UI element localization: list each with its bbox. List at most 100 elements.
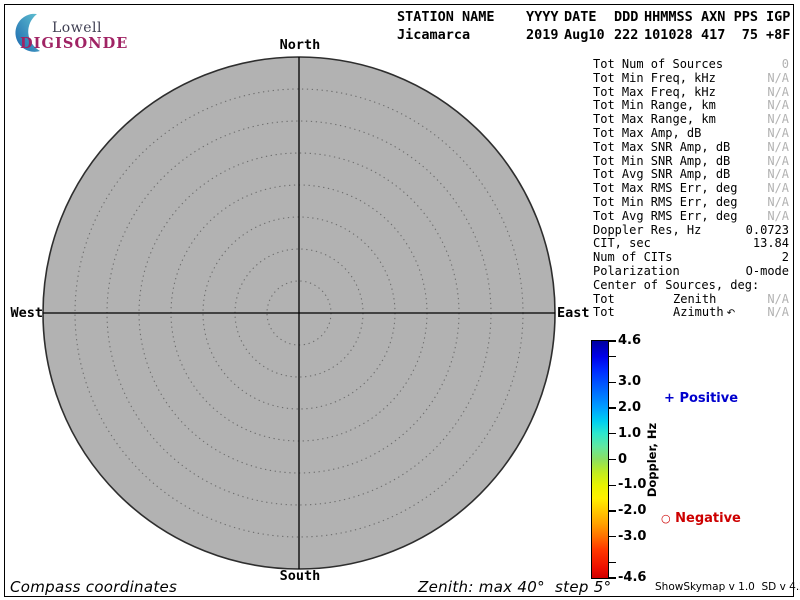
skymap-screen: { "logo": { "line1": "Lowell", "line2": … (0, 0, 800, 600)
stats-label: Tot Min Freq, kHz (593, 72, 716, 86)
colorbar-tick (609, 510, 616, 511)
stats-row: Tot Avg RMS Err, deg N/A (593, 210, 789, 224)
stats-value: N/A (767, 196, 789, 210)
header-col-label: YYYY (526, 8, 559, 26)
stats-value: 0.0723 (746, 224, 789, 238)
stats-row: Tot Max Range, km N/A (593, 113, 789, 127)
legend-positive: + Positive (664, 391, 738, 406)
stats-row: Tot Min Range, km N/A (593, 99, 789, 113)
colorbar-tick-label: 0 (618, 453, 627, 467)
colorbar-tick (609, 340, 616, 341)
stats-value: N/A (767, 141, 789, 155)
stats-label: Tot Avg RMS Err, deg (593, 210, 738, 224)
stats-value: N/A (767, 86, 789, 100)
stats-value: N/A (767, 113, 789, 127)
stats-label: Tot Max SNR Amp, dB (593, 141, 730, 155)
header-col-value: 417 (701, 26, 725, 44)
stats-row: Tot Min SNR Amp, dB N/A (593, 155, 789, 169)
stats-panel: Tot Num of Sources0Tot Min Freq, kHzN/AT… (593, 58, 789, 320)
colorbar-tick-label: -4.6 (618, 571, 646, 585)
header-col-label: DDD (614, 8, 638, 26)
stats-value: N/A (767, 127, 789, 141)
stats-label: Tot Max Range, km (593, 113, 716, 127)
coordinates-note: Compass coordinates (10, 578, 177, 596)
compass-label-east: East (557, 306, 607, 320)
stats-label: CIT, sec (593, 237, 651, 251)
stats-value: N/A (767, 72, 789, 86)
stats-row: Center of Sources, deg: (593, 279, 789, 293)
stats-label: Tot Min Range, km (593, 99, 716, 113)
stats-value: N/A (767, 306, 789, 320)
stats-label: Polarization (593, 265, 680, 279)
stats-value: N/A (767, 293, 789, 307)
stats-row: Tot Min RMS Err, deg N/A (593, 196, 789, 210)
stats-label: Doppler Res, Hz (593, 224, 701, 238)
stats-label: Tot Max Freq, kHz (593, 86, 716, 100)
zenith-range-note: Zenith: max 40° step 5° (418, 578, 611, 596)
compass-label-north: North (272, 38, 328, 52)
colorbar-tick-label: 1.0 (618, 427, 641, 441)
stats-row: Tot Min Freq, kHz N/A (593, 72, 789, 86)
header-col-label: STATION NAME (397, 8, 495, 26)
stats-row: Num of CITs2 (593, 251, 789, 265)
stats-value: N/A (767, 99, 789, 113)
header-col-igp: IGP+8F (766, 8, 790, 44)
colorbar-tick-label: 3.0 (618, 375, 641, 389)
legend-negative: ○ Negative (661, 511, 741, 526)
plus-icon: + (664, 391, 675, 406)
compass-label-south: South (272, 569, 328, 583)
colorbar-tick (609, 382, 616, 383)
compass-label-west: West (0, 306, 43, 320)
stats-label: Tot Max Amp, dB (593, 127, 701, 141)
stats-value: N/A (767, 210, 789, 224)
stats-row: Tot Max Amp, dB N/A (593, 127, 789, 141)
legend-positive-label: Positive (679, 391, 738, 406)
header-col-axn: AXN417 (701, 8, 725, 44)
header-col-label: HHMMSS (644, 8, 693, 26)
stats-label: Tot Num of Sources (593, 58, 723, 72)
circle-icon: ○ (661, 512, 671, 525)
stats-value: 2 (782, 251, 789, 265)
colorbar-tick-label: -2.0 (618, 504, 646, 518)
colorbar-title: Doppler, Hz (645, 412, 659, 508)
stats-row: Tot Num of Sources0 (593, 58, 789, 72)
header-col-label: IGP (766, 8, 790, 26)
stats-label: Tot Min SNR Amp, dB (593, 155, 730, 169)
header-col-pps: PPS75 (726, 8, 758, 44)
header-col-value: 75 (726, 26, 758, 44)
header-col-ddd: DDD222 (614, 8, 638, 44)
colorbar-tick (609, 433, 616, 434)
header-col-value: 222 (614, 26, 638, 44)
azimuth-arrow-icon: ↶ (724, 308, 736, 319)
stats-row: Tot Max SNR Amp, dB N/A (593, 141, 789, 155)
header-col-label: AXN (701, 8, 725, 26)
stats-row: Tot Max Freq, kHz N/A (593, 86, 789, 100)
header-col-value: +8F (766, 26, 790, 44)
stats-row: Polarization O-mode (593, 265, 789, 279)
colorbar-tick (609, 485, 616, 486)
version-text: ShowSkymap v 1.0 SD v 4.2 (655, 581, 800, 593)
stats-sublabel: Zenith (673, 293, 716, 307)
stats-sublabel: Azimuth ↶ (673, 306, 735, 321)
stats-label: Tot Avg SNR Amp, dB (593, 168, 730, 182)
stats-row: TotZenithN/A (593, 293, 789, 307)
colorbar-tick (609, 562, 616, 563)
stats-row: Doppler Res, Hz 0.0723 (593, 224, 789, 238)
stats-value: 13.84 (753, 237, 789, 251)
stats-value: N/A (767, 182, 789, 196)
colorbar-tick-label: 2.0 (618, 401, 641, 415)
colorbar-tick (609, 356, 616, 357)
stats-row: TotAzimuth ↶N/A (593, 306, 789, 320)
colorbar-tick (609, 459, 616, 460)
header-col-label: PPS (726, 8, 758, 26)
stats-label: Tot Min RMS Err, deg (593, 196, 738, 210)
header-col-hhmmss: HHMMSS101028 (644, 8, 693, 44)
stats-row: Tot Avg SNR Amp, dB N/A (593, 168, 789, 182)
stats-value: N/A (767, 168, 789, 182)
stats-label: Center of Sources, deg: (593, 279, 759, 293)
stats-value: N/A (767, 155, 789, 169)
stats-value: O-mode (746, 265, 789, 279)
skymap-plot (19, 33, 579, 593)
colorbar-gradient (591, 340, 609, 579)
stats-row: CIT, sec 13.84 (593, 237, 789, 251)
